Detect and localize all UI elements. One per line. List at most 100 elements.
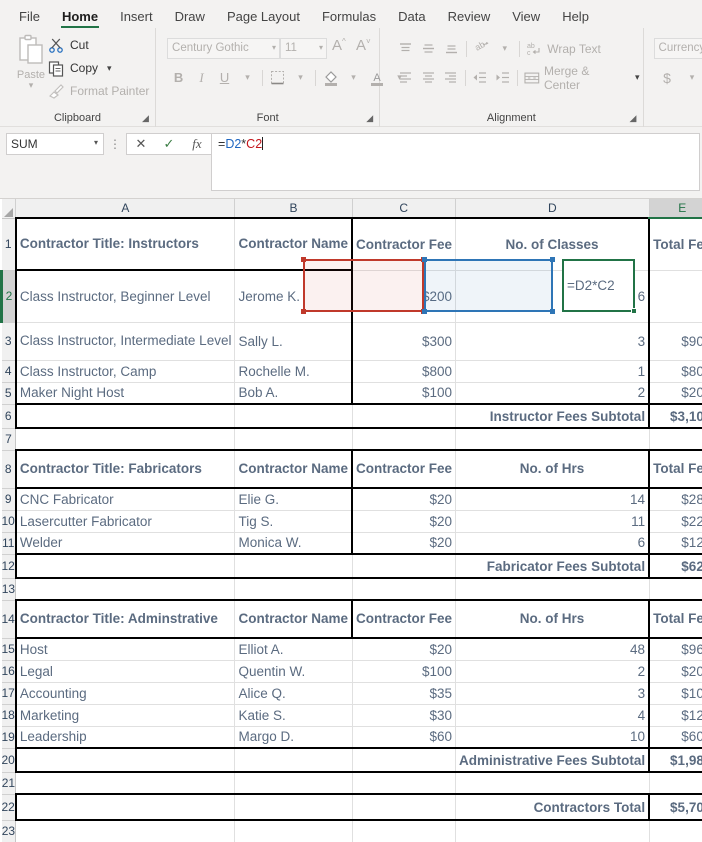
- row-header-8[interactable]: 8: [1, 450, 17, 489]
- cell-e12[interactable]: $620: [648, 554, 702, 579]
- merge-center-chevron-down-icon[interactable]: ▾: [635, 72, 640, 83]
- cell-b5[interactable]: Bob A.: [234, 382, 353, 405]
- cell-c7[interactable]: [352, 428, 457, 451]
- align-middle-button[interactable]: [417, 37, 440, 60]
- font-size-chevron-down-icon[interactable]: ▾: [319, 43, 323, 52]
- borders-button[interactable]: [266, 66, 289, 89]
- cell-b20[interactable]: [234, 748, 353, 773]
- cell-b14[interactable]: Contractor Name: [234, 599, 354, 639]
- cell-d6[interactable]: Instructor Fees Subtotal: [455, 404, 650, 429]
- cell-a15[interactable]: Host: [14, 637, 236, 661]
- cell-c2[interactable]: $200: [351, 270, 457, 323]
- cell-b10[interactable]: Tig S.: [234, 510, 354, 533]
- cell-d17[interactable]: 3: [455, 682, 650, 705]
- cell-e5[interactable]: $200: [648, 382, 702, 405]
- tab-help[interactable]: Help: [551, 7, 600, 28]
- column-header-e[interactable]: E: [649, 199, 702, 219]
- row-header-3[interactable]: 3: [1, 322, 17, 361]
- borders-chevron-down-icon[interactable]: ▾: [289, 66, 312, 89]
- cell-a13[interactable]: [15, 578, 236, 601]
- cell-c12[interactable]: [352, 554, 457, 579]
- row-header-11[interactable]: 11: [1, 532, 17, 555]
- cell-b19[interactable]: Margo D.: [234, 726, 353, 749]
- cell-c8[interactable]: Contractor Fee: [352, 449, 457, 489]
- copy-chevron-down-icon[interactable]: ▾: [107, 63, 112, 74]
- cell-d10[interactable]: 11: [455, 510, 650, 533]
- cell-b6[interactable]: [234, 404, 353, 429]
- cell-a11[interactable]: Welder: [14, 532, 236, 555]
- cell-b17[interactable]: Alice Q.: [234, 682, 353, 705]
- row-header-5[interactable]: 5: [1, 382, 17, 405]
- cell-b16[interactable]: Quentin W.: [234, 660, 353, 683]
- number-format-select[interactable]: Currency: [653, 38, 702, 59]
- tab-insert[interactable]: Insert: [109, 7, 164, 28]
- clipboard-dialog-launcher-icon[interactable]: ◢: [142, 114, 151, 123]
- cell-b3[interactable]: Sally L.: [234, 322, 353, 361]
- cell-b13[interactable]: [234, 578, 353, 601]
- cell-e13[interactable]: [649, 578, 702, 601]
- cell-d18[interactable]: 4: [455, 704, 650, 727]
- cut-button[interactable]: Cut: [48, 34, 89, 56]
- cell-e19[interactable]: $600: [648, 726, 702, 749]
- align-right-button[interactable]: [439, 66, 462, 89]
- cell-d21[interactable]: [455, 772, 650, 795]
- cell-d11[interactable]: 6: [455, 532, 650, 555]
- cell-d23[interactable]: [455, 820, 650, 842]
- cell-c18[interactable]: $30: [352, 704, 457, 727]
- cell-e21[interactable]: [649, 772, 702, 795]
- grow-font-button[interactable]: A^: [332, 37, 346, 54]
- font-name-chevron-down-icon[interactable]: ▾: [272, 43, 276, 52]
- cell-c19[interactable]: $60: [352, 726, 457, 749]
- cell-d13[interactable]: [455, 578, 650, 601]
- row-header-14[interactable]: 14: [1, 600, 17, 639]
- cell-d4[interactable]: 1: [455, 360, 650, 383]
- cell-c1[interactable]: Contractor Fee: [351, 217, 457, 271]
- cell-b2[interactable]: Jerome K.: [234, 269, 353, 323]
- underline-button[interactable]: U: [213, 66, 236, 89]
- row-header-18[interactable]: 18: [1, 704, 17, 727]
- insert-function-button[interactable]: fx: [183, 134, 211, 154]
- cell-c15[interactable]: $20: [352, 637, 457, 661]
- cell-c16[interactable]: $100: [352, 660, 457, 683]
- cell-b4[interactable]: Rochelle M.: [234, 360, 353, 383]
- tab-data[interactable]: Data: [387, 7, 436, 28]
- tab-view[interactable]: View: [501, 7, 551, 28]
- align-left-button[interactable]: [394, 66, 417, 89]
- cell-a6[interactable]: [14, 404, 236, 429]
- cell-b23[interactable]: [234, 820, 353, 842]
- row-header-20[interactable]: 20: [1, 748, 17, 773]
- font-dialog-launcher-icon[interactable]: ◢: [366, 114, 375, 123]
- format-painter-button[interactable]: Format Painter: [48, 80, 149, 102]
- row-header-15[interactable]: 15: [1, 638, 17, 661]
- cell-c3[interactable]: $300: [351, 322, 457, 361]
- cell-e14[interactable]: Total Fee: [648, 599, 702, 639]
- cell-a4[interactable]: Class Instructor, Camp: [14, 360, 236, 383]
- fill-handle[interactable]: [631, 308, 637, 314]
- align-bottom-button[interactable]: [440, 37, 463, 60]
- cell-a2[interactable]: Class Instructor, Beginner Level: [14, 269, 236, 323]
- shrink-font-button[interactable]: A˅: [356, 37, 371, 54]
- merge-center-button[interactable]: Merge & Center ▾: [521, 64, 642, 92]
- wrap-text-button[interactable]: ab c Wrap Text: [523, 37, 604, 60]
- name-box[interactable]: SUM ▾: [6, 133, 104, 155]
- row-header-10[interactable]: 10: [1, 510, 17, 533]
- font-size-input[interactable]: 11 ▾: [280, 38, 328, 59]
- cell-a18[interactable]: Marketing: [14, 704, 236, 727]
- decrease-indent-button[interactable]: [469, 66, 492, 89]
- cell-d8[interactable]: No. of Hrs: [455, 449, 650, 489]
- enter-formula-button[interactable]: ✓: [155, 134, 183, 154]
- cell-a19[interactable]: Leadership: [14, 726, 236, 749]
- cell-c6[interactable]: [352, 404, 457, 429]
- active-cell-e2[interactable]: =D2*C2: [562, 259, 637, 314]
- cell-e17[interactable]: $105: [648, 682, 702, 705]
- cancel-formula-button[interactable]: ✕: [127, 134, 155, 154]
- cell-c23[interactable]: [352, 820, 457, 842]
- cell-c22[interactable]: [352, 793, 457, 821]
- cell-b21[interactable]: [234, 772, 353, 795]
- cell-c5[interactable]: $100: [351, 382, 457, 405]
- cell-c21[interactable]: [352, 772, 457, 795]
- copy-button[interactable]: Copy ▾: [48, 57, 112, 79]
- cell-a9[interactable]: CNC Fabricator: [14, 487, 236, 511]
- cell-e6[interactable]: $3,100: [648, 404, 702, 429]
- bold-button[interactable]: B: [167, 66, 190, 89]
